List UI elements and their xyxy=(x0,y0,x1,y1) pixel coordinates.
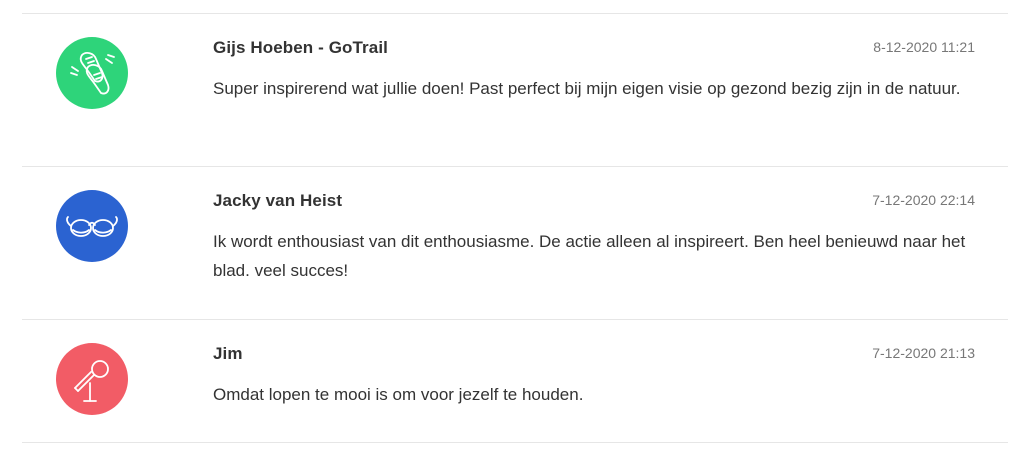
comment-author: Gijs Hoeben - GoTrail xyxy=(213,38,388,57)
comment-item: Jim 7-12-2020 21:13 Omdat lopen te mooi … xyxy=(22,320,1008,442)
comment-date: 8-12-2020 11:21 xyxy=(873,39,975,55)
running-shoes-icon xyxy=(70,52,115,95)
comment-text: Ik wordt enthousiast van dit enthousiasm… xyxy=(213,232,966,280)
comment-text: Super inspirerend wat jullie doen! Past … xyxy=(213,79,961,98)
comment-author: Jim xyxy=(213,344,243,363)
comment-item: Jacky van Heist 7-12-2020 22:14 Ik wordt… xyxy=(22,167,1008,319)
comment-date: 7-12-2020 22:14 xyxy=(872,192,975,208)
divider xyxy=(22,442,1008,443)
comment-item: Gijs Hoeben - GoTrail 8-12-2020 11:21 Su… xyxy=(22,14,1008,166)
avatar xyxy=(56,343,128,415)
comment-text: Omdat lopen te mooi is om voor jezelf te… xyxy=(213,385,584,404)
comments-page: Gijs Hoeben - GoTrail 8-12-2020 11:21 Su… xyxy=(0,0,1024,459)
glasses-icon xyxy=(66,216,118,237)
comment-author: Jacky van Heist xyxy=(213,191,343,210)
comment-date: 7-12-2020 21:13 xyxy=(872,345,975,361)
avatar xyxy=(56,190,128,262)
avatar xyxy=(56,37,128,109)
microphone-icon xyxy=(74,360,109,402)
